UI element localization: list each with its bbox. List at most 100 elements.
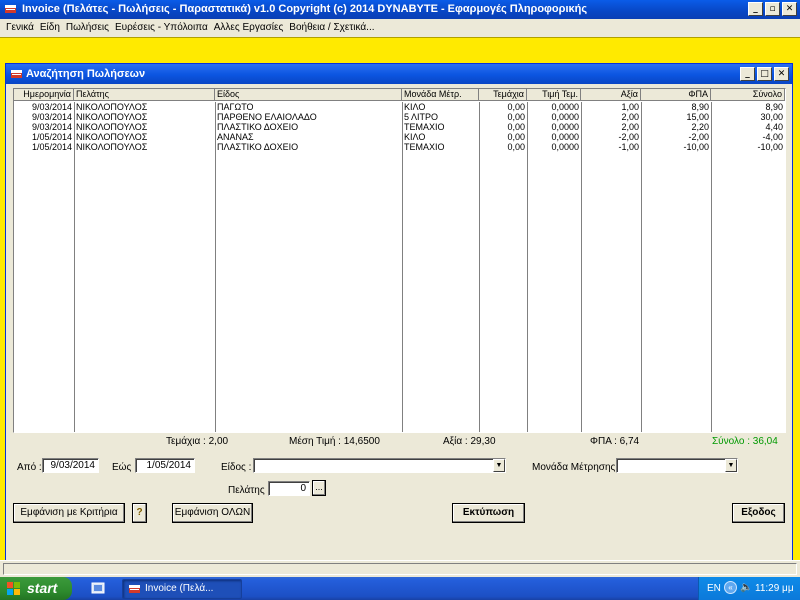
menu-other[interactable]: Αλλες Εργασίες bbox=[211, 19, 287, 37]
grid-header: Ημερομηνία Πελάτης Είδος Μονάδα Μέτρ. Τε… bbox=[14, 89, 785, 101]
tray-chevron-icon[interactable]: « bbox=[724, 581, 737, 594]
item-label: Είδος : bbox=[221, 462, 252, 473]
table-row[interactable]: 9/03/2014 ΝΙΚΟΛΟΠΟΥΛΟΣ ΠΑΓΩΤΟ ΚΙΛΟ 0,00 0,000… bbox=[14, 102, 785, 112]
menu-sales[interactable]: Πωλήσεις bbox=[63, 19, 112, 37]
item-dropdown-arrow-icon[interactable]: ▼ bbox=[493, 459, 505, 472]
table-cell: 15,00 bbox=[686, 112, 709, 122]
table-cell: ΤΕΜΑΧΙΟ bbox=[404, 122, 445, 132]
sales-grid[interactable]: Ημερομηνία Πελάτης Είδος Μονάδα Μέτρ. Τε… bbox=[13, 88, 786, 433]
col-unit[interactable]: Μονάδα Μέτρ. bbox=[402, 89, 479, 100]
table-cell: 0,0000 bbox=[551, 142, 579, 152]
table-cell: ΠΛΑΣΤΙΚΟ ΔΟΧΕΙΟ bbox=[217, 142, 299, 152]
mdi-area: Αναζήτηση Πωλήσεων _ □ ✕ Ημερομηνία Πελά… bbox=[0, 37, 800, 577]
table-cell: 30,00 bbox=[760, 112, 783, 122]
table-cell: ΤΕΜΑΧΙΟ bbox=[404, 142, 445, 152]
item-combo[interactable]: ▼ bbox=[253, 458, 506, 473]
menu-searches[interactable]: Ευρέσεις - Υπόλοιπα bbox=[112, 19, 211, 37]
from-date-field[interactable]: 9/03/2014 bbox=[42, 458, 99, 473]
help-button[interactable]: ? bbox=[132, 503, 147, 523]
table-row[interactable]: 9/03/2014 ΝΙΚΟΛΟΠΟΥΛΟΣ ΠΛΑΣΤΙΚΟ ΔΟΧΕΙΟ ΤΕΜΑ… bbox=[14, 122, 785, 132]
language-indicator[interactable]: EN bbox=[707, 583, 721, 594]
col-date[interactable]: Ημερομηνία bbox=[14, 89, 74, 100]
window-minimize-button[interactable]: _ bbox=[740, 67, 755, 81]
table-cell: 0,00 bbox=[507, 142, 525, 152]
taskbar-invoice-button[interactable]: Invoice (Πελά... bbox=[122, 579, 242, 599]
grid-body: 9/03/2014 ΝΙΚΟΛΟΠΟΥΛΟΣ ΠΑΓΩΤΟ ΚΙΛΟ 0,00 0,000… bbox=[14, 102, 785, 432]
menu-general[interactable]: Γενικά bbox=[3, 19, 37, 37]
start-button[interactable]: start bbox=[0, 577, 72, 600]
table-cell: -10,00 bbox=[683, 142, 709, 152]
unit-combo[interactable]: ▼ bbox=[616, 458, 738, 473]
exit-button[interactable]: Εξοδος bbox=[732, 503, 785, 523]
table-row[interactable]: 9/03/2014 ΝΙΚΟΛΟΠΟΥΛΟΣ ΠΑΡΘΕΝΟ ΕΛΑΙΟΛΑΔΟ 5 … bbox=[14, 112, 785, 122]
total-vat: ΦΠΑ : 6,74 bbox=[590, 436, 640, 447]
table-cell: 2,20 bbox=[691, 122, 709, 132]
window-icon bbox=[11, 70, 22, 78]
task-app-icon bbox=[129, 585, 140, 593]
customer-field[interactable]: 0 bbox=[268, 481, 310, 496]
table-cell: 0,0000 bbox=[551, 132, 579, 142]
table-cell: ΑΝΑΝΑΣ bbox=[217, 132, 254, 142]
table-cell: 0,0000 bbox=[551, 102, 579, 112]
table-cell: -10,00 bbox=[757, 142, 783, 152]
table-cell: 0,00 bbox=[507, 102, 525, 112]
col-item[interactable]: Είδος bbox=[215, 89, 402, 100]
app-title: Invoice (Πελάτες - Πωλήσεις - Παραστατικ… bbox=[22, 3, 588, 15]
unit-dropdown-arrow-icon[interactable]: ▼ bbox=[725, 459, 737, 472]
window-title: Αναζήτηση Πωλήσεων bbox=[26, 68, 146, 80]
menu-help[interactable]: Βοήθεια / Σχετικά... bbox=[286, 19, 377, 37]
system-tray: EN « 🔈 11:29 μμ bbox=[698, 577, 800, 600]
table-row[interactable]: 1/05/2014 ΝΙΚΟΛΟΠΟΥΛΟΣ ΑΝΑΝΑΣ ΚΙΛΟ 0,00 0,000… bbox=[14, 132, 785, 142]
taskbar: start Invoice (Πελά... EN « 🔈 11:29 μμ bbox=[0, 577, 800, 600]
close-button[interactable]: ✕ bbox=[782, 2, 797, 16]
window-maximize-button[interactable]: □ bbox=[757, 67, 772, 81]
window-title-bar[interactable]: Αναζήτηση Πωλήσεων _ □ ✕ bbox=[6, 64, 792, 84]
table-cell: ΠΑΡΘΕΝΟ ΕΛΑΙΟΛΑΔΟ bbox=[217, 112, 317, 122]
total-pieces: Τεμάχια : 2,00 bbox=[166, 436, 229, 447]
window-close-button[interactable]: ✕ bbox=[774, 67, 789, 81]
table-cell: 5 ΛΙΤΡΟ bbox=[404, 112, 439, 122]
start-flag-icon bbox=[7, 582, 20, 595]
to-label: Εώς : bbox=[112, 462, 137, 473]
quick-launch-icon[interactable] bbox=[90, 580, 106, 596]
table-cell: 0,00 bbox=[507, 132, 525, 142]
col-pieces[interactable]: Τεμάχια bbox=[479, 89, 527, 100]
table-cell: 2,00 bbox=[621, 122, 639, 132]
table-cell: 9/03/2014 bbox=[31, 122, 72, 132]
table-cell: 9/03/2014 bbox=[31, 102, 72, 112]
print-button[interactable]: Εκτύπωση bbox=[452, 503, 525, 523]
speaker-icon[interactable]: 🔈 bbox=[740, 582, 752, 593]
show-criteria-button[interactable]: Εμφάνιση με Κριτήρια bbox=[13, 503, 125, 523]
total-sum: Σύνολο : 36,04 bbox=[712, 436, 778, 447]
table-cell: ΚΙΛΟ bbox=[404, 132, 426, 142]
menu-bar: Γενικά Είδη Πωλήσεις Ευρέσεις - Υπόλοιπα… bbox=[0, 19, 800, 37]
table-cell: -1,00 bbox=[618, 142, 639, 152]
col-customer[interactable]: Πελάτης bbox=[74, 89, 215, 100]
table-cell: ΝΙΚΟΛΟΠΟΥΛΟΣ bbox=[76, 112, 148, 122]
col-unit-price[interactable]: Τιμή Τεμ. bbox=[527, 89, 581, 100]
totals-bar: Τεμάχια : 2,00 Μέση Τιμή : 14,6500 Αξία … bbox=[6, 435, 792, 449]
to-date-field[interactable]: 1/05/2014 bbox=[135, 458, 195, 473]
table-row[interactable]: 1/05/2014 ΝΙΚΟΛΟΠΟΥΛΟΣ ΠΛΑΣΤΙΚΟ ΔΟΧΕΙΟ ΤΕΜΑ… bbox=[14, 142, 785, 152]
table-cell: ΝΙΚΟΛΟΠΟΥΛΟΣ bbox=[76, 142, 148, 152]
table-cell: 0,00 bbox=[507, 112, 525, 122]
clock: 11:29 μμ bbox=[755, 583, 794, 594]
app-title-bar[interactable]: Invoice (Πελάτες - Πωλήσεις - Παραστατικ… bbox=[0, 0, 800, 19]
table-cell: -2,00 bbox=[618, 132, 639, 142]
total-value: Αξία : 29,30 bbox=[443, 436, 496, 447]
table-cell: 0,00 bbox=[507, 122, 525, 132]
minimize-button[interactable]: _ bbox=[748, 2, 763, 16]
customer-browse-button[interactable]: ... bbox=[312, 480, 326, 496]
restore-button[interactable]: ▫ bbox=[765, 2, 780, 16]
table-cell: -2,00 bbox=[688, 132, 709, 142]
menu-items[interactable]: Είδη bbox=[37, 19, 63, 37]
col-total[interactable]: Σύνολο bbox=[711, 89, 785, 100]
show-all-button[interactable]: Εμφάνιση ΟΛΩΝ bbox=[172, 503, 253, 523]
col-vat[interactable]: ΦΠΑ bbox=[641, 89, 711, 100]
from-label: Από : bbox=[17, 462, 42, 473]
col-value[interactable]: Αξία bbox=[581, 89, 641, 100]
table-cell: -4,00 bbox=[762, 132, 783, 142]
total-avg-price: Μέση Τιμή : 14,6500 bbox=[289, 436, 380, 447]
table-cell: ΠΛΑΣΤΙΚΟ ΔΟΧΕΙΟ bbox=[217, 122, 299, 132]
status-pane bbox=[3, 563, 797, 575]
